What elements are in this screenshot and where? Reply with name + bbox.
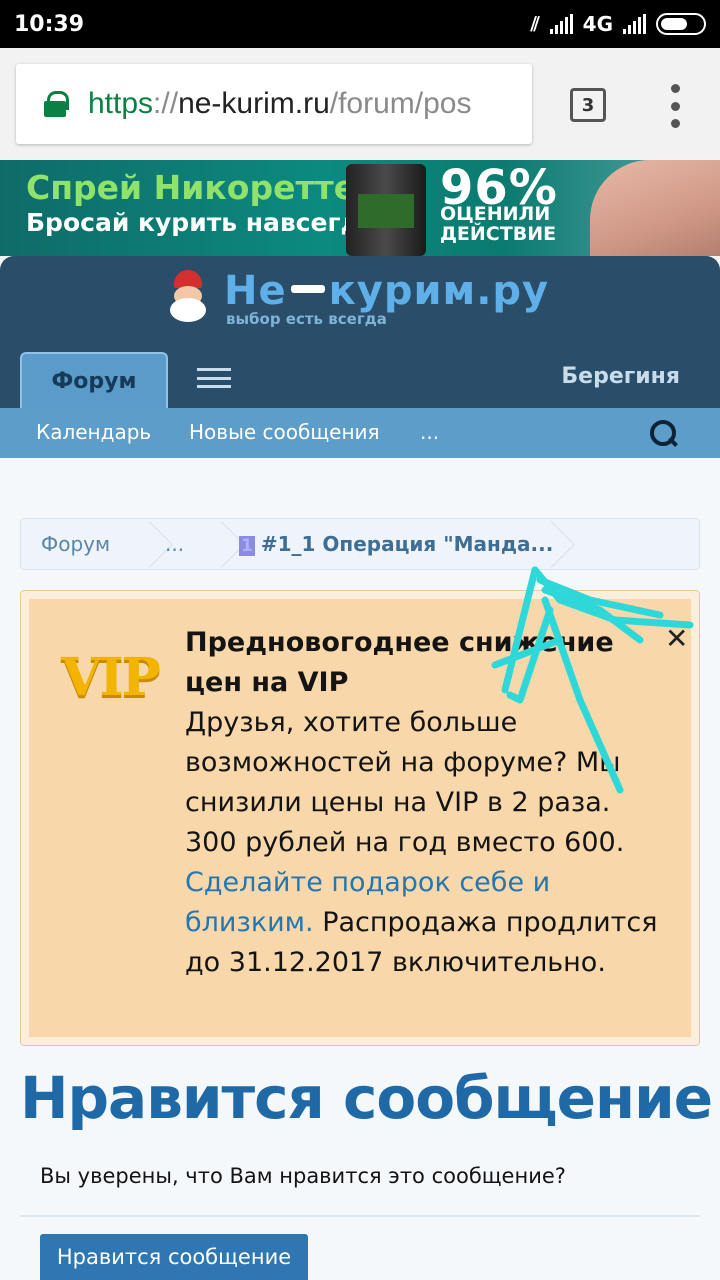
- ad-subline: Бросай курить навсегда!: [26, 208, 389, 237]
- ad-headline: Спрей Никоретте: [26, 168, 357, 207]
- ad-person-image: [590, 160, 720, 256]
- hamburger-menu-icon[interactable]: [197, 368, 231, 388]
- ad-rated-text: ОЦЕНИЛИ ДЕЙСТВИЕ: [440, 203, 557, 245]
- tab-forum[interactable]: Форум: [20, 352, 168, 408]
- network-type: 4G: [582, 12, 613, 36]
- breadcrumb-separator: [139, 519, 165, 571]
- sub-navigation: Календарь Новые сообщения ...: [0, 408, 720, 458]
- signal-icon-2: [623, 14, 646, 34]
- like-button[interactable]: Нравится сообщение: [40, 1234, 308, 1280]
- page-title: Нравится сообщение: [20, 1064, 713, 1132]
- site-header: Не курим.ру выбор есть всегда Форум Берег…: [0, 256, 720, 408]
- confirm-text: Вы уверены, что Вам нравится это сообщен…: [40, 1164, 566, 1188]
- signal-icon: [549, 14, 573, 34]
- clock: 10:39: [14, 11, 85, 37]
- search-icon[interactable]: [650, 420, 678, 448]
- username-link[interactable]: Берегиня: [561, 364, 680, 389]
- tab-switcher-button[interactable]: 3: [570, 88, 606, 122]
- breadcrumb-separator: [541, 519, 567, 571]
- address-bar[interactable]: https://ne-kurim.ru/forum/pos: [16, 64, 532, 144]
- status-bar: 10:39 ⫽ 4G: [0, 0, 720, 48]
- nav-more[interactable]: ...: [420, 420, 439, 444]
- breadcrumb: Форум ... 1 #1_1 Операция "Манда...: [20, 518, 700, 570]
- breadcrumb-separator: [211, 519, 237, 571]
- breadcrumb-current[interactable]: 1 #1_1 Операция "Манда...: [239, 532, 553, 556]
- site-logo[interactable]: Не курим.ру: [224, 268, 549, 314]
- breadcrumb-ellipsis[interactable]: ...: [165, 532, 184, 556]
- breadcrumb-forum[interactable]: Форум: [41, 532, 110, 556]
- battery-icon: [656, 13, 706, 35]
- santa-logo-icon[interactable]: [166, 270, 210, 324]
- nav-calendar[interactable]: Календарь: [36, 420, 151, 444]
- spray-bottle-image: [346, 164, 426, 256]
- cigarette-icon: [290, 285, 325, 293]
- vip-notice: VIP Предновогоднее снижение цен на VIP Др…: [20, 590, 700, 1046]
- notice-text: Предновогоднее снижение цен на VIP Друзья…: [185, 623, 665, 983]
- site-tagline: выбор есть всегда: [226, 310, 387, 328]
- lock-icon: [44, 91, 69, 117]
- close-icon[interactable]: ✕: [665, 625, 688, 653]
- notice-title: Предновогоднее снижение цен на VIP: [185, 627, 614, 698]
- three-dots-icon[interactable]: [668, 84, 682, 128]
- vibrate-icon: ⫽: [530, 12, 540, 36]
- url-text: https://ne-kurim.ru/forum/pos: [88, 87, 472, 120]
- notice-body: Друзья, хотите больше возможностей на фо…: [185, 707, 625, 858]
- vip-badge-icon: VIP: [61, 647, 161, 708]
- ad-banner[interactable]: Спрей Никоретте Бросай курить навсегда! …: [0, 160, 720, 256]
- divider: [20, 1215, 700, 1217]
- nav-new-posts[interactable]: Новые сообщения: [189, 420, 380, 444]
- browser-toolbar: https://ne-kurim.ru/forum/pos 3: [0, 48, 720, 160]
